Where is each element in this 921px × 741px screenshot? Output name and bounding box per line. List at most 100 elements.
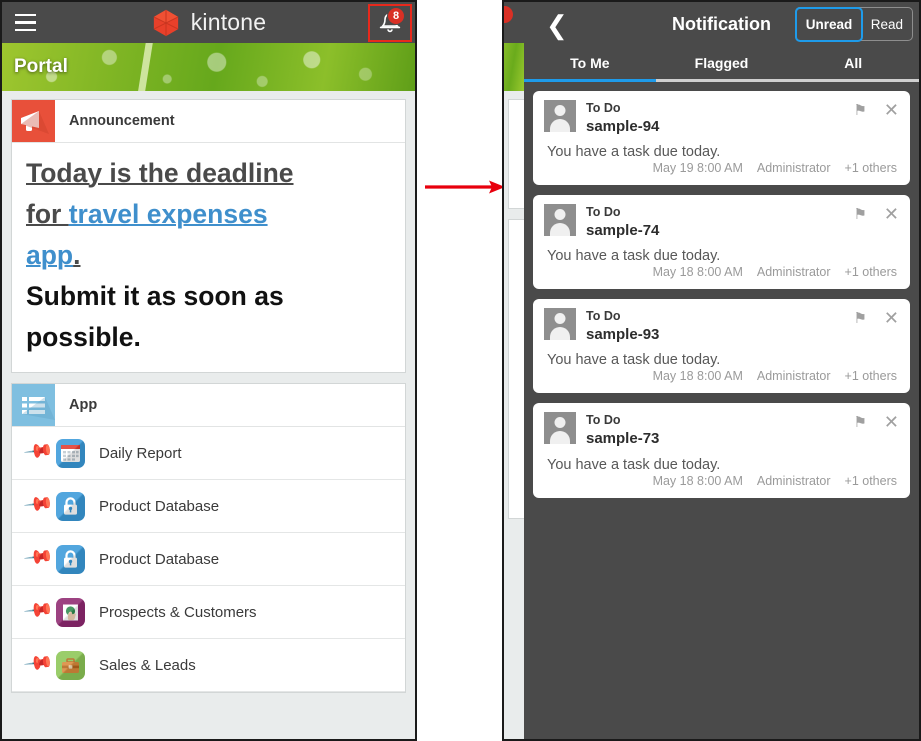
notification-category: To Do <box>586 309 621 324</box>
app-card: App 📌 Daily Report 📌 Product Database 📌 … <box>11 383 406 694</box>
announcement-period: . <box>73 240 81 271</box>
tab-flagged[interactable]: Flagged <box>655 47 788 82</box>
notification-card-titles: To Do sample-94 <box>586 100 853 137</box>
notification-overlay: ❮ Notification Unread Read To Me Flagged… <box>524 2 919 739</box>
pin-icon[interactable]: 📌 <box>23 436 58 470</box>
notification-message: You have a task due today. <box>547 144 721 161</box>
read-state-toggle: Unread Read <box>794 6 913 42</box>
portal-panel: kintone 8 Portal Announcement Today is t… <box>0 0 417 741</box>
notification-panel: ❮ Notification Unread Read To Me Flagged… <box>502 0 921 741</box>
app-list-item[interactable]: 📌 Product Database <box>12 480 405 534</box>
notification-message: You have a task due today. <box>547 456 721 473</box>
user-avatar-icon <box>544 308 576 341</box>
pin-icon[interactable]: 📌 <box>23 542 58 576</box>
screenshot-stage: kintone 8 Portal Announcement Today is t… <box>0 0 921 741</box>
announcement-body: Today is the deadline for travel expense… <box>12 143 405 372</box>
notification-time: May 18 8:00 AM <box>652 369 743 384</box>
close-icon[interactable]: ✕ <box>884 205 899 223</box>
notification-card-actions: ⚑ ✕ <box>853 308 899 327</box>
flag-icon[interactable]: ⚑ <box>853 103 866 118</box>
notification-card-titles: To Do sample-74 <box>586 204 853 241</box>
briefcase-icon <box>56 650 85 680</box>
portal-body: Announcement Today is the deadline for t… <box>2 91 415 711</box>
user-avatar-icon <box>544 412 576 445</box>
notification-card[interactable]: To Do sample-73 ⚑ ✕ You have a task due … <box>533 403 910 498</box>
app-link[interactable]: app <box>26 240 73 270</box>
notification-time: May 18 8:00 AM <box>652 265 743 280</box>
notification-card[interactable]: To Do sample-94 ⚑ ✕ You have a task due … <box>533 91 910 186</box>
app-list-item[interactable]: 📌 Sales & Leads <box>12 639 405 693</box>
flag-icon[interactable]: ⚑ <box>853 311 866 326</box>
portal-topbar: kintone 8 <box>2 2 415 43</box>
page-title: Portal <box>14 56 68 77</box>
pin-icon[interactable]: 📌 <box>23 489 58 523</box>
close-icon[interactable]: ✕ <box>884 309 899 327</box>
calendar-icon <box>56 438 85 468</box>
flow-arrow <box>425 180 505 194</box>
close-icon[interactable]: ✕ <box>884 101 899 119</box>
underlying-banner <box>504 43 524 91</box>
app-list-item[interactable]: 📌 Product Database <box>12 533 405 587</box>
flag-icon[interactable]: ⚑ <box>853 207 866 222</box>
notification-card-actions: ⚑ ✕ <box>853 100 899 119</box>
app-list: 📌 Daily Report 📌 Product Database 📌 Prod… <box>12 427 405 693</box>
notification-category: To Do <box>586 101 621 115</box>
notification-subject: sample-73 <box>586 430 660 448</box>
notification-category: To Do <box>586 205 621 220</box>
notification-list: To Do sample-94 ⚑ ✕ You have a task due … <box>524 82 919 498</box>
announcement-text-2: for <box>26 199 69 230</box>
app-list-item[interactable]: 📌 Prospects & Customers <box>12 586 405 640</box>
notification-card-header: To Do sample-93 ⚑ ✕ <box>544 308 899 345</box>
announcement-line-2: for travel expenses <box>26 194 391 235</box>
notification-card-header: To Do sample-94 ⚑ ✕ <box>544 100 899 137</box>
app-list-item[interactable]: 📌 Daily Report <box>12 427 405 481</box>
hamburger-menu-icon[interactable] <box>2 2 48 43</box>
travel-expenses-link[interactable]: travel expenses <box>69 199 268 229</box>
notification-others: +1 others <box>844 369 897 384</box>
notification-card-titles: To Do sample-93 <box>586 308 853 345</box>
unread-toggle-button[interactable]: Unread <box>794 6 864 42</box>
notification-message: You have a task due today. <box>547 352 721 369</box>
back-chevron-icon[interactable]: ❮ <box>546 12 568 38</box>
app-header-label: App <box>69 397 98 414</box>
notification-author: Administrator <box>756 473 831 488</box>
user-avatar-icon <box>544 100 576 132</box>
app-item-label: Product Database <box>99 497 220 515</box>
underlying-portal-strip <box>504 2 528 739</box>
notification-card[interactable]: To Do sample-74 ⚑ ✕ You have a task due … <box>533 195 910 290</box>
notification-card-actions: ⚑ ✕ <box>853 204 899 223</box>
close-icon[interactable]: ✕ <box>884 413 899 431</box>
read-toggle-button[interactable]: Read <box>862 8 912 40</box>
underlying-badge-icon <box>504 6 513 23</box>
notification-card[interactable]: To Do sample-93 ⚑ ✕ You have a task due … <box>533 299 910 394</box>
megaphone-icon <box>12 100 55 142</box>
flag-icon[interactable]: ⚑ <box>853 415 866 430</box>
app-item-label: Daily Report <box>99 444 182 462</box>
notification-others: +1 others <box>844 473 897 488</box>
notification-others: +1 others <box>844 265 897 280</box>
notification-card-titles: To Do sample-73 <box>586 412 853 449</box>
notification-header: ❮ Notification Unread Read <box>524 2 919 47</box>
notification-meta: May 18 8:00 AM Administrator +1 others <box>544 265 899 279</box>
list-icon <box>12 384 55 427</box>
notification-card-actions: ⚑ ✕ <box>853 412 899 431</box>
pin-icon[interactable]: 📌 <box>23 595 58 629</box>
notification-subject: sample-93 <box>586 326 660 344</box>
notification-tabs: To Me Flagged All <box>524 47 919 82</box>
notification-meta: May 18 8:00 AM Administrator +1 others <box>544 369 899 383</box>
notification-author: Administrator <box>756 161 831 176</box>
notification-author: Administrator <box>756 265 831 280</box>
notification-meta: May 18 8:00 AM Administrator +1 others <box>544 474 899 488</box>
notification-others: +1 others <box>844 161 897 176</box>
notification-bell-button[interactable]: 8 <box>368 4 412 42</box>
notification-subject: sample-74 <box>586 222 660 239</box>
notification-author: Administrator <box>756 369 831 384</box>
pin-icon[interactable]: 📌 <box>23 648 58 682</box>
announcement-card: Announcement Today is the deadline for t… <box>11 99 406 374</box>
tab-to-me[interactable]: To Me <box>524 47 656 82</box>
handshake-icon <box>56 597 85 627</box>
app-item-label: Prospects & Customers <box>99 603 257 621</box>
announcement-line-3: app. <box>26 235 391 276</box>
tab-all[interactable]: All <box>787 47 919 82</box>
kintone-cube-logo-icon <box>151 9 181 37</box>
